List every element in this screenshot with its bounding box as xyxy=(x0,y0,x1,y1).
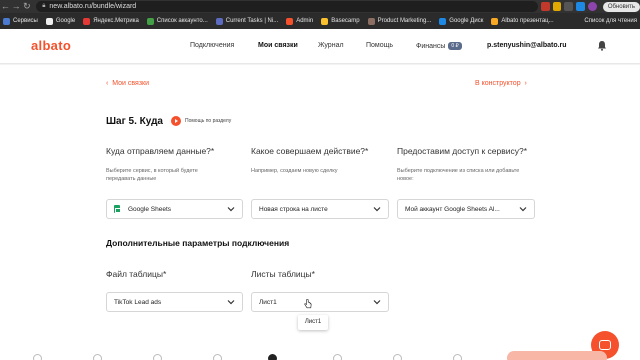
google-icon xyxy=(45,17,53,25)
destination-question: Куда отправляем данные?* xyxy=(106,146,215,156)
nav-my-bundles[interactable]: Мои связки xyxy=(258,42,298,49)
progress-step[interactable] xyxy=(393,354,402,360)
app-header: albato Подключения Мои связки Журнал Пом… xyxy=(0,29,640,64)
bookmarks-bar: Сервисы Google Яндекс.Метрика Список акк… xyxy=(0,13,640,29)
chevron-down-icon xyxy=(227,207,235,212)
nav-journal[interactable]: Журнал xyxy=(318,42,344,49)
extension-icon[interactable] xyxy=(540,2,550,11)
section-title: Дополнительные параметры подключения xyxy=(106,238,290,248)
lock-icon: 🔒︎ xyxy=(42,3,46,9)
bookmark-item[interactable]: Google xyxy=(45,17,75,25)
chevron-down-icon xyxy=(227,300,235,305)
forward-arrow-icon[interactable]: → xyxy=(11,0,22,13)
back-link[interactable]: ‹ Мои связки xyxy=(106,80,149,87)
extension-icon[interactable] xyxy=(576,2,586,11)
reading-list[interactable]: Список для чтения xyxy=(584,13,637,29)
hand-cursor-icon xyxy=(304,299,312,309)
bookmark-item[interactable]: Product Marketing... xyxy=(367,17,431,25)
bookmark-item[interactable]: Current Tasks | Ni... xyxy=(215,17,278,25)
nav-finance[interactable]: Финансы 0 ₽ xyxy=(416,42,462,50)
help-link[interactable]: Помощь по разделу xyxy=(171,116,231,126)
access-question: Предоставим доступ к сервису?* xyxy=(397,146,528,156)
bookmark-item[interactable]: Список аккаунто... xyxy=(146,17,208,25)
url-text: new.albato.ru/bundle/wizard xyxy=(49,3,137,10)
chevron-down-icon xyxy=(373,207,381,212)
chevron-down-icon xyxy=(373,300,381,305)
progress-step-current[interactable] xyxy=(268,354,277,360)
action-select[interactable]: Новая строка на листе xyxy=(251,199,389,219)
next-button[interactable] xyxy=(507,351,607,360)
address-bar[interactable]: 🔒︎ new.albato.ru/bundle/wizard xyxy=(36,1,538,12)
sheets-select[interactable]: Лист1 xyxy=(251,292,389,312)
profile-avatar[interactable] xyxy=(588,2,597,11)
folder-icon xyxy=(367,17,375,25)
chevron-down-icon xyxy=(519,207,527,212)
back-arrow-icon[interactable]: ← xyxy=(0,0,11,13)
progress-step[interactable] xyxy=(333,354,342,360)
account-select[interactable]: Мой аккаунт Google Sheets Al... xyxy=(397,199,535,219)
nav-connections[interactable]: Подключения xyxy=(190,42,234,49)
user-email[interactable]: p.stenyushin@albato.ru xyxy=(487,42,567,49)
admin-icon xyxy=(286,17,294,25)
sheet-icon xyxy=(146,17,154,25)
google-sheets-icon xyxy=(114,205,121,213)
play-icon xyxy=(171,116,181,126)
step-title: Шаг 5. Куда xyxy=(106,116,163,127)
chat-icon xyxy=(599,340,611,350)
progress-step[interactable] xyxy=(213,354,222,360)
progress-step[interactable] xyxy=(453,354,462,360)
bookmark-item[interactable]: Сервисы xyxy=(3,17,38,25)
sheets-label: Листы таблицы* xyxy=(251,269,315,279)
bell-icon[interactable] xyxy=(597,40,607,51)
metrika-icon xyxy=(83,17,91,25)
progress-step[interactable] xyxy=(93,354,102,360)
destination-service-select[interactable]: Google Sheets xyxy=(106,199,243,219)
basecamp-icon xyxy=(321,17,329,25)
extension-icon[interactable] xyxy=(564,2,574,11)
bookmark-item[interactable]: Google Диск xyxy=(439,17,483,25)
nav-help[interactable]: Помощь xyxy=(366,42,393,49)
destination-hint: Выберите сервис, в который будете переда… xyxy=(106,168,198,182)
extension-icon[interactable] xyxy=(552,2,562,11)
tasks-icon xyxy=(215,17,223,25)
drive-icon xyxy=(439,17,447,25)
address-row: ← → ↻ 🔒︎ new.albato.ru/bundle/wizard Обн… xyxy=(0,0,640,13)
bookmark-item[interactable]: Admin xyxy=(286,17,313,25)
action-hint: Например, создаем новую сделку xyxy=(251,168,338,174)
progress-step[interactable] xyxy=(153,354,162,360)
update-button[interactable]: Обновить xyxy=(602,1,640,12)
browser-chrome: ← → ↻ 🔒︎ new.albato.ru/bundle/wizard Обн… xyxy=(0,0,640,29)
bookmark-item[interactable]: Яндекс.Метрика xyxy=(83,17,139,25)
file-select[interactable]: TikTok Lead ads xyxy=(106,292,243,312)
progress-step[interactable] xyxy=(33,354,42,360)
apps-icon xyxy=(3,17,10,25)
reload-icon[interactable]: ↻ xyxy=(21,0,32,13)
action-question: Какое совершаем действие?* xyxy=(251,146,369,156)
bookmark-item[interactable]: Albato презентац... xyxy=(491,17,554,25)
dropdown-option[interactable]: Лист1 xyxy=(298,315,328,330)
access-hint: Выберите подключение из списка или добав… xyxy=(397,168,520,182)
file-label: Файл таблицы* xyxy=(106,269,167,279)
wizard-content: ‹ Мои связки В конструктор › Шаг 5. Куда… xyxy=(0,65,640,360)
finance-badge: 0 ₽ xyxy=(448,42,462,50)
slides-icon xyxy=(491,17,499,25)
albato-logo[interactable]: albato xyxy=(31,38,71,53)
bookmark-item[interactable]: Basecamp xyxy=(321,17,360,25)
constructor-link[interactable]: В конструктор › xyxy=(475,80,527,87)
